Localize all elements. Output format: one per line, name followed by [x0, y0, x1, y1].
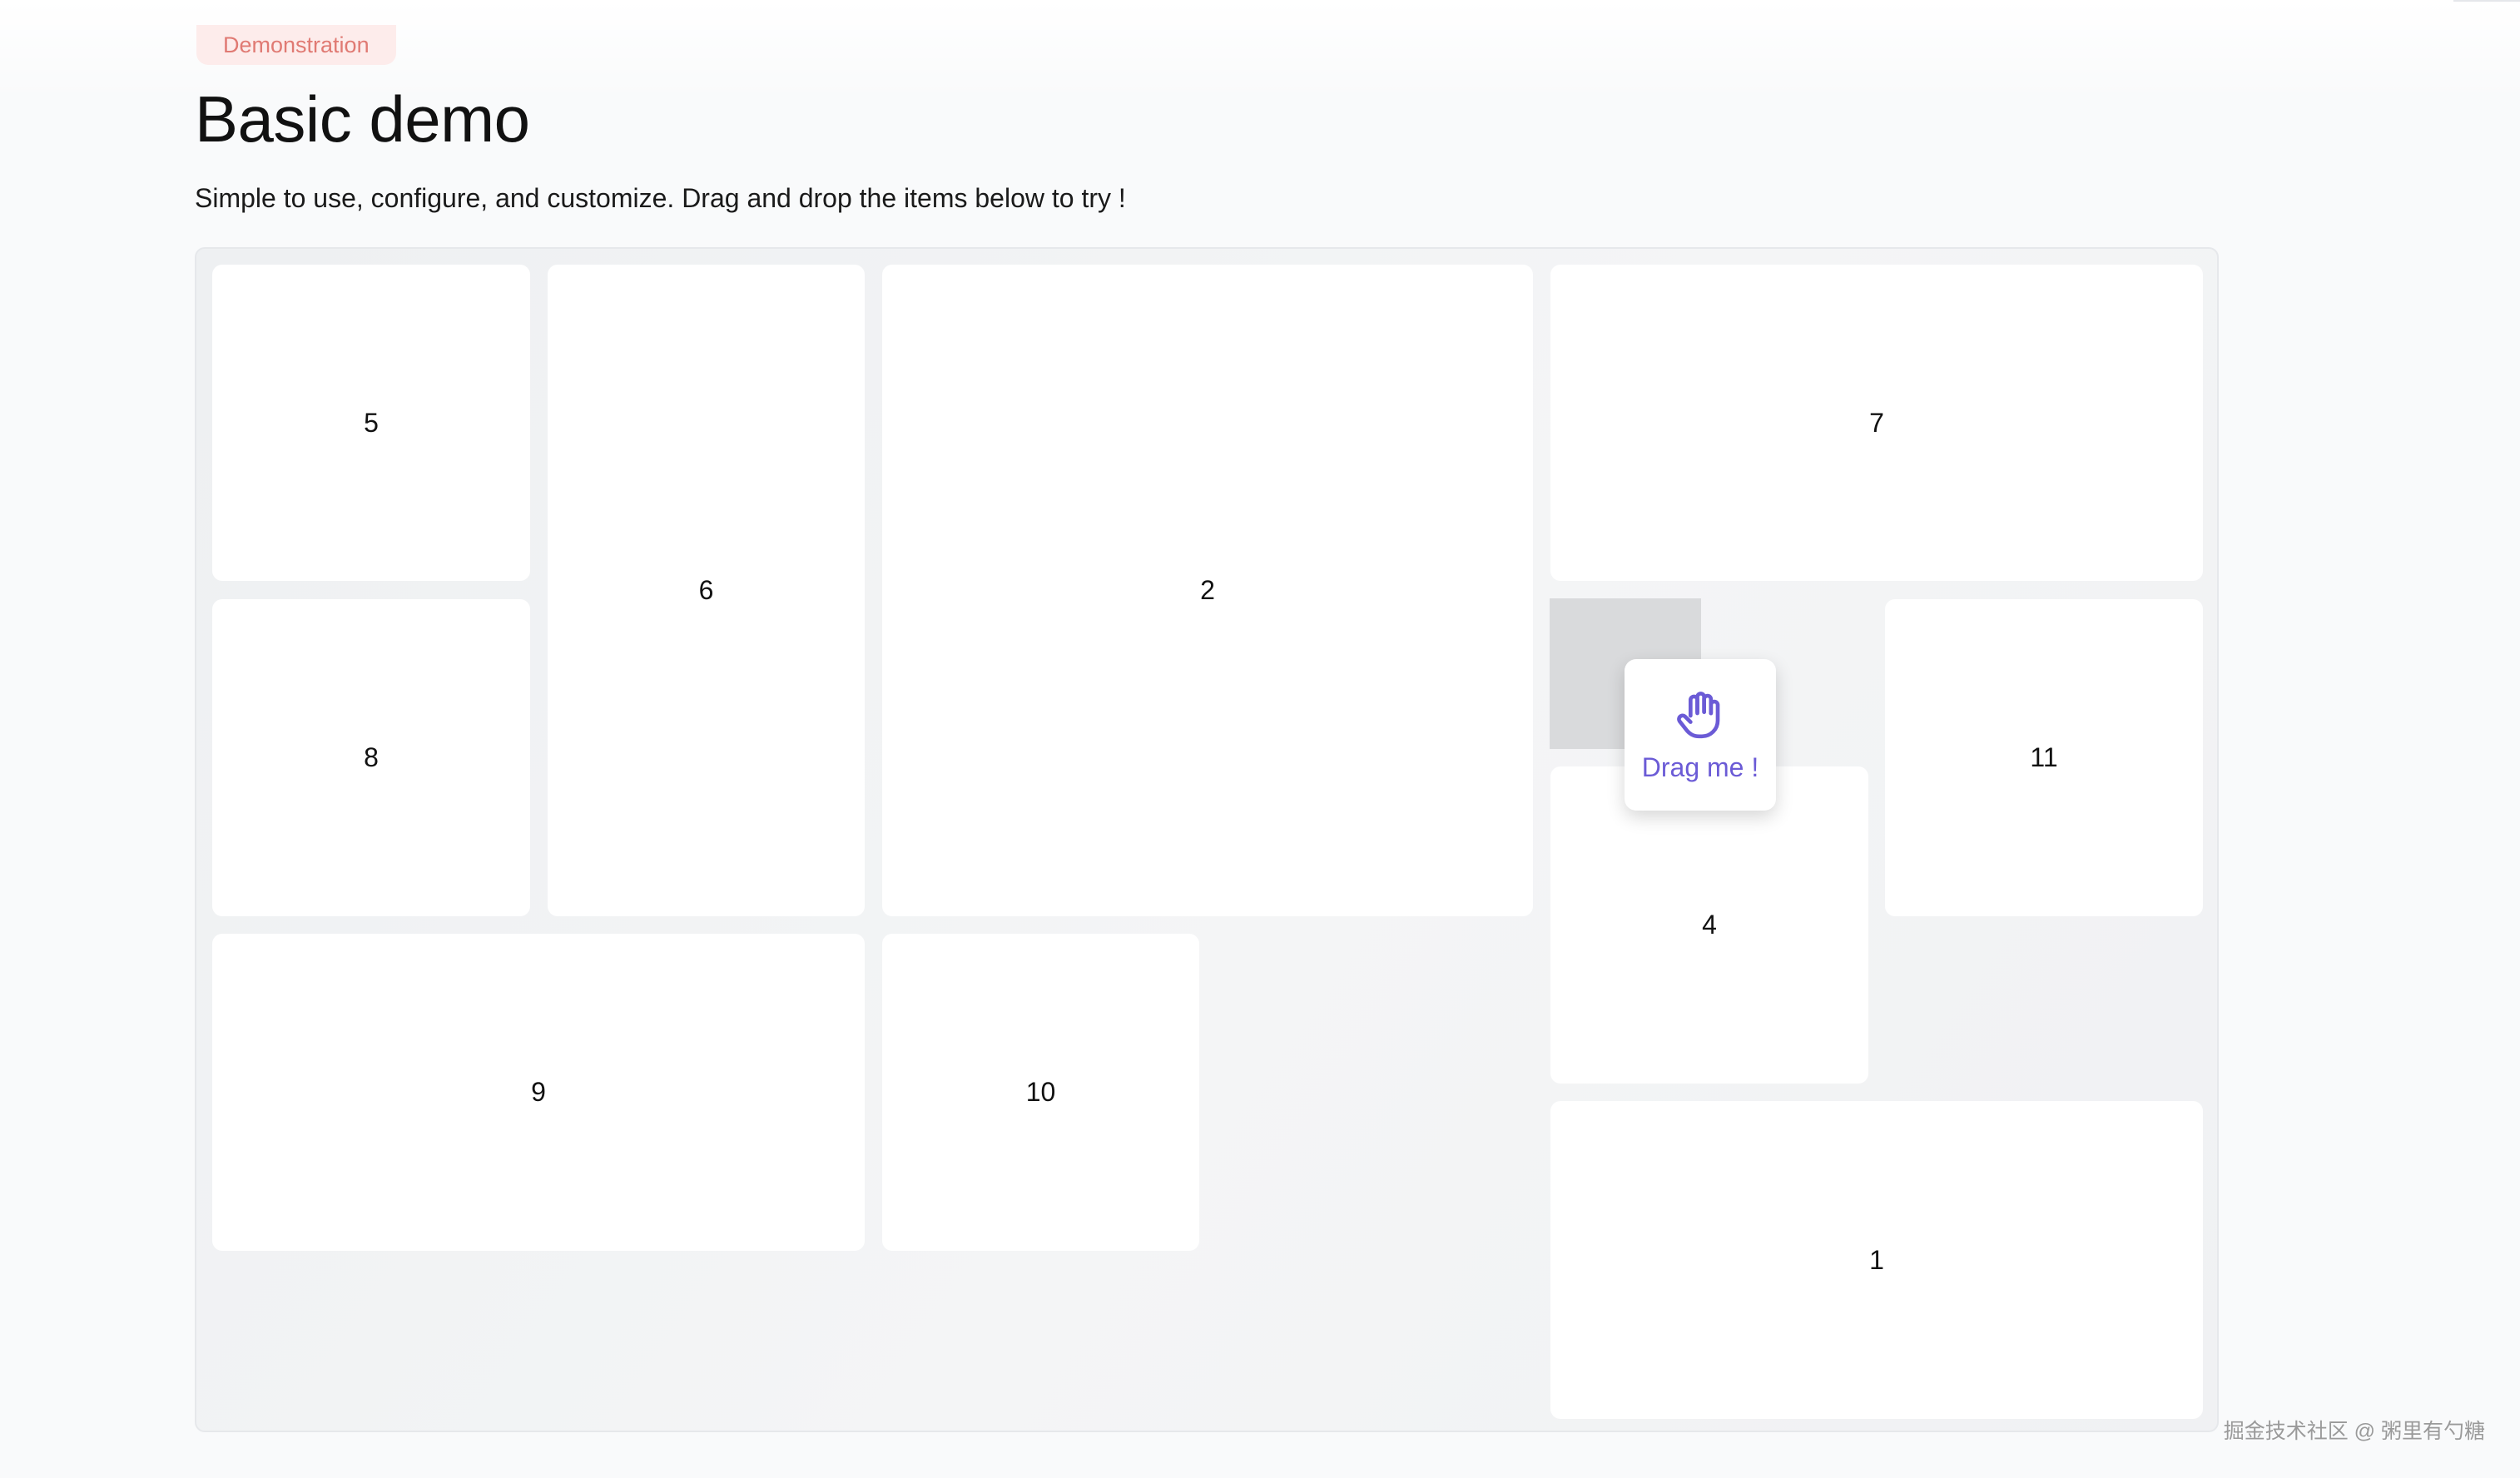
- drag-me-card[interactable]: Drag me !: [1625, 659, 1776, 811]
- grid-item-1[interactable]: 1: [1550, 1101, 2203, 1419]
- drag-me-label: Drag me !: [1641, 752, 1759, 782]
- page-title: Basic demo: [195, 82, 530, 156]
- grid-item-5[interactable]: 5: [212, 265, 530, 581]
- hand-icon: [1671, 687, 1729, 749]
- grid-item-11[interactable]: 11: [1885, 599, 2203, 916]
- page-subtitle: Simple to use, configure, and customize.…: [195, 183, 1126, 213]
- top-divider: [2453, 0, 2520, 2]
- demonstration-badge: Demonstration: [196, 25, 396, 65]
- grid-item-2[interactable]: 2: [882, 265, 1533, 916]
- grid-item-7[interactable]: 7: [1550, 265, 2203, 581]
- grid-item-4[interactable]: 4: [1550, 766, 1868, 1084]
- grid-item-9[interactable]: 9: [212, 934, 865, 1251]
- grid-item-6[interactable]: 6: [548, 265, 865, 916]
- grid-item-8[interactable]: 8: [212, 599, 530, 916]
- watermark: 掘金技术社区 @ 粥里有勺糖: [2223, 1420, 2485, 1443]
- grid-item-10[interactable]: 10: [882, 934, 1199, 1251]
